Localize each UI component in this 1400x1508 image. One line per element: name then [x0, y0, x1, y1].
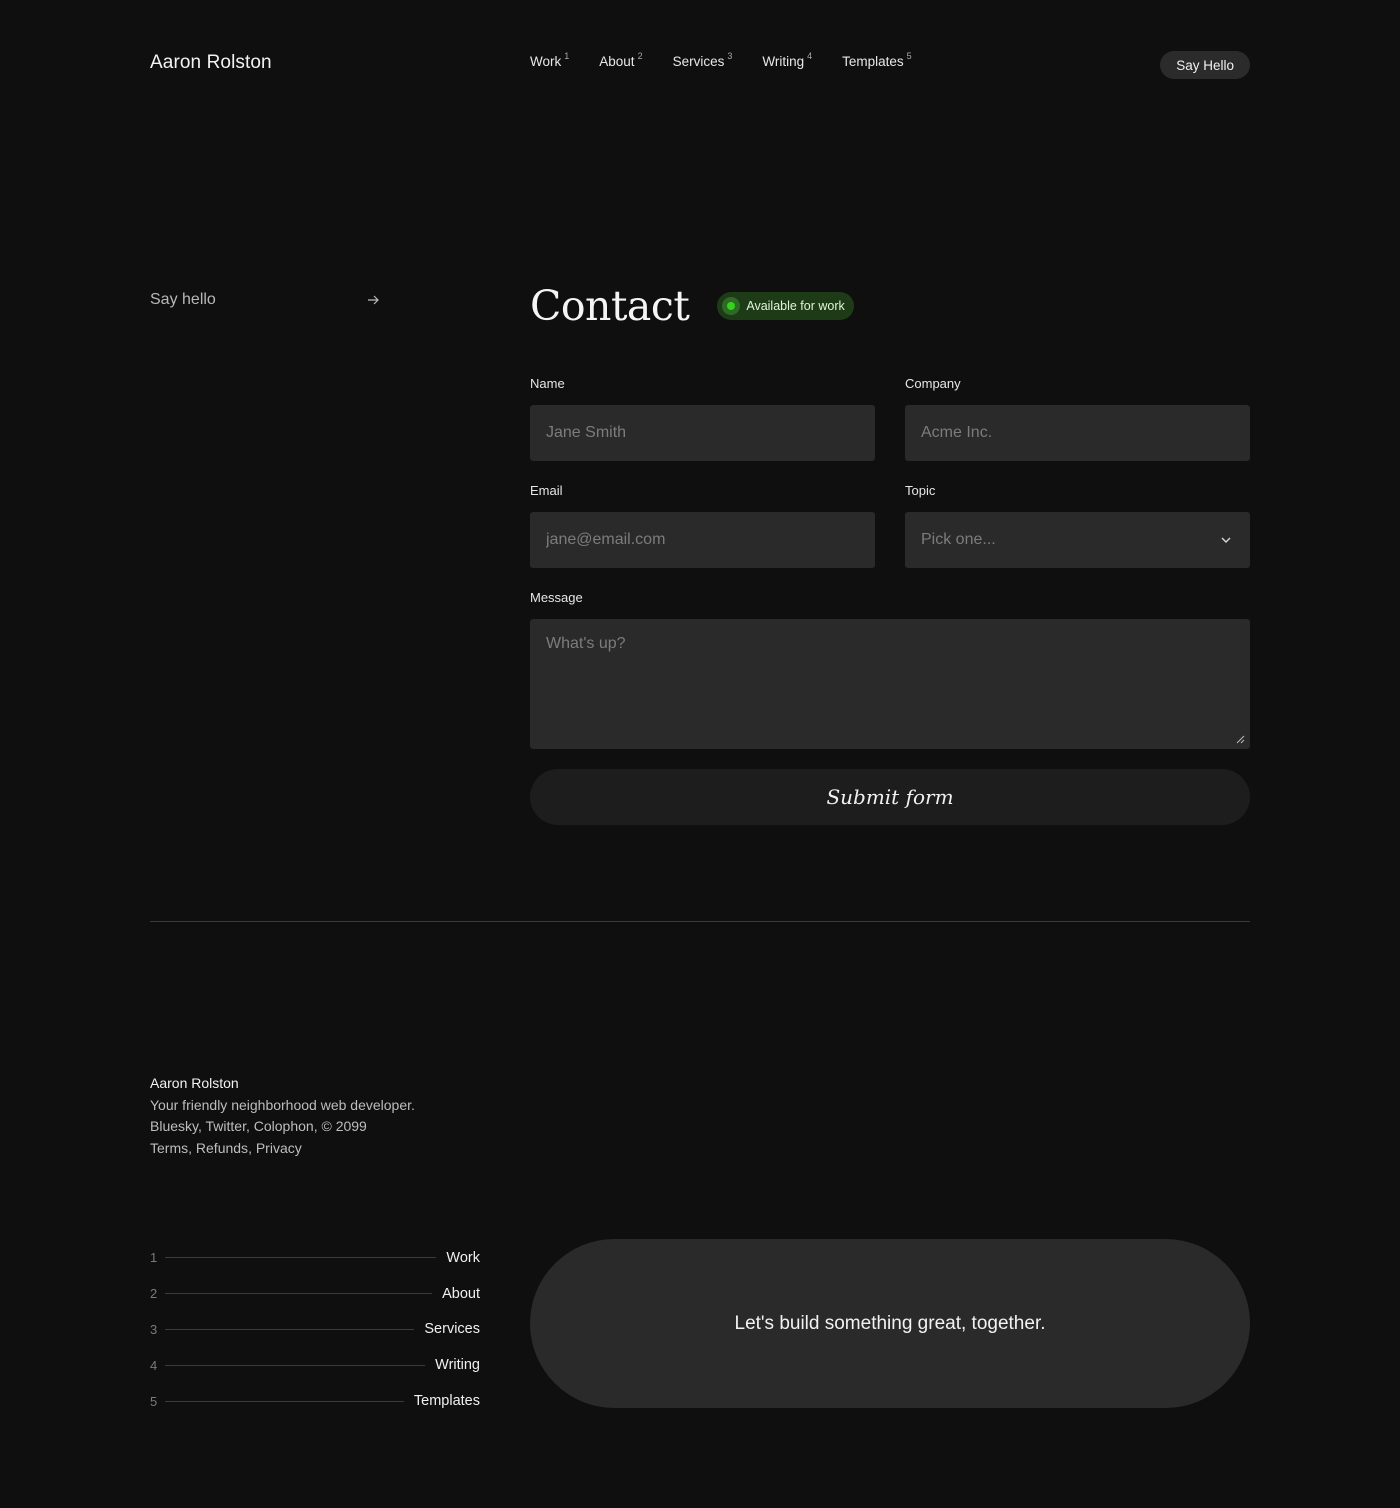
company-label: Company: [905, 376, 961, 391]
privacy-link[interactable]: Privacy: [256, 1140, 302, 1156]
refunds-link[interactable]: Refunds: [196, 1140, 248, 1156]
message-textarea[interactable]: [530, 619, 1250, 749]
topic-select[interactable]: Pick one...: [905, 512, 1250, 568]
email-label: Email: [530, 483, 563, 498]
footer-nav-item-templates[interactable]: 5 Templates: [150, 1383, 480, 1419]
status-dot-icon: [722, 297, 741, 315]
nav-item-writing[interactable]: Writing 4: [762, 51, 813, 69]
nav-item-services[interactable]: Services 3: [672, 51, 733, 69]
footer-divider: [150, 921, 1250, 922]
name-label: Name: [530, 376, 565, 391]
main-nav: Work 1 About 2 Services 3 Writing 4 Template…: [530, 51, 942, 69]
footer-legal-row: Terms, Refunds, Privacy: [150, 1139, 302, 1156]
company-field-group: Company: [905, 376, 1250, 461]
say-hello-link-label: Say hello: [150, 291, 216, 308]
footer-nav-label: Templates: [413, 1393, 480, 1410]
footer-nav: 1 Work 2 About 3 Services 4 Writing 5 Templat…: [150, 1240, 480, 1419]
contact-form: Name Company Email Topic Pick one... Mes…: [530, 376, 1250, 825]
site-header: Aaron Rolston Work 1 About 2 Services 3 Wri…: [150, 0, 1250, 128]
footer-name: Aaron Rolston: [150, 1075, 239, 1091]
footer-nav-line: [165, 1257, 437, 1259]
nav-item-templates[interactable]: Templates 5: [842, 51, 912, 69]
copyright: © 2099: [321, 1118, 367, 1134]
nav-item-label: Work: [530, 54, 562, 69]
message-label: Message: [530, 590, 583, 605]
nav-item-label: Templates: [842, 54, 904, 69]
page-title: Contact: [530, 282, 690, 330]
footer-nav-line: [165, 1328, 415, 1330]
nav-item-number: 5: [906, 51, 912, 61]
nav-item-about[interactable]: About 2: [599, 51, 643, 69]
footer-nav-label: Services: [424, 1321, 480, 1338]
name-field-group: Name: [530, 376, 875, 461]
availability-badge-label: Available for work: [746, 299, 845, 313]
say-hello-link[interactable]: Say hello: [150, 291, 380, 309]
nav-item-number: 4: [807, 51, 813, 61]
say-hello-button[interactable]: Say Hello: [1160, 51, 1250, 79]
nav-item-work[interactable]: Work 1: [530, 51, 570, 69]
footer-nav-number: 2: [150, 1286, 158, 1302]
brand-logo[interactable]: Aaron Rolston: [150, 52, 272, 74]
footer-nav-number: 5: [150, 1393, 158, 1409]
footer-cta-button[interactable]: Let's build something great, together.: [530, 1239, 1250, 1408]
name-input[interactable]: [530, 405, 875, 461]
email-input[interactable]: [530, 512, 875, 568]
footer-nav-item-work[interactable]: 1 Work: [150, 1240, 480, 1276]
nav-item-label: Services: [672, 54, 725, 69]
message-field-wrap: [530, 619, 1250, 749]
topic-field-group: Topic Pick one...: [905, 483, 1250, 568]
footer-nav-number: 4: [150, 1357, 158, 1373]
footer-nav-label: Writing: [435, 1357, 480, 1374]
resize-handle-icon[interactable]: [1235, 734, 1245, 744]
footer-info: Aaron Rolston Your friendly neighborhood…: [150, 1073, 415, 1159]
footer-social-row: Bluesky, Twitter, Colophon, © 2099: [150, 1118, 367, 1134]
nav-item-label: About: [599, 54, 635, 69]
topic-label: Topic: [905, 483, 936, 498]
topic-select-value: Pick one...: [921, 531, 996, 548]
footer-nav-label: Work: [446, 1249, 480, 1266]
bluesky-link[interactable]: Bluesky: [150, 1118, 198, 1134]
nav-item-number: 3: [727, 51, 733, 61]
terms-link[interactable]: Terms: [150, 1140, 188, 1156]
arrow-right-icon: [368, 295, 379, 305]
footer-nav-number: 3: [150, 1321, 158, 1337]
footer-nav-label: About: [442, 1285, 480, 1302]
footer-nav-item-writing[interactable]: 4 Writing: [150, 1347, 480, 1383]
footer-tagline: Your friendly neighborhood web developer…: [150, 1096, 415, 1113]
availability-badge: Available for work: [717, 292, 854, 320]
footer-nav-number: 1: [150, 1250, 158, 1266]
email-field-group: Email: [530, 483, 875, 568]
nav-item-number: 2: [637, 51, 643, 61]
contact-heading-row: Contact Available for work: [530, 282, 854, 330]
nav-item-number: 1: [564, 51, 570, 61]
submit-button[interactable]: Submit form: [530, 769, 1250, 825]
twitter-link[interactable]: Twitter: [206, 1118, 246, 1134]
footer-nav-item-about[interactable]: 2 About: [150, 1276, 480, 1312]
footer-nav-line: [165, 1293, 433, 1295]
nav-item-label: Writing: [762, 54, 805, 69]
footer-nav-item-services[interactable]: 3 Services: [150, 1312, 480, 1348]
chevron-down-icon: [1221, 537, 1231, 543]
footer-nav-line: [165, 1400, 404, 1402]
footer-nav-line: [165, 1364, 426, 1366]
company-input[interactable]: [905, 405, 1250, 461]
colophon-link[interactable]: Colophon: [254, 1118, 314, 1134]
